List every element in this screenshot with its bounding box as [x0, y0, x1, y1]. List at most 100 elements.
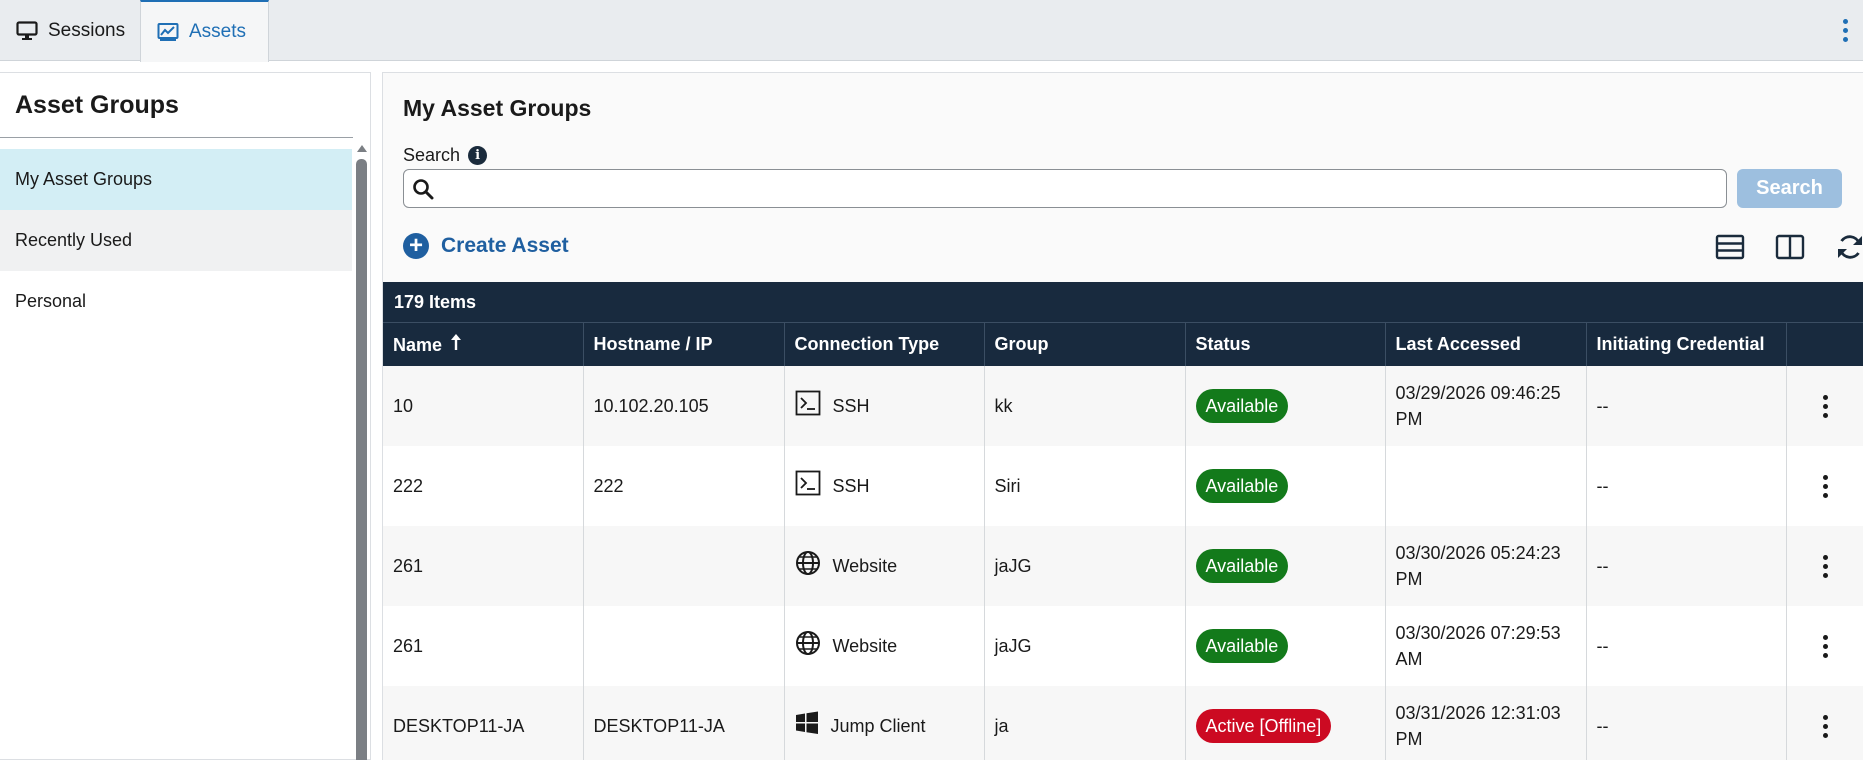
- scrollbar[interactable]: [356, 145, 367, 760]
- cell-initiating-credential: --: [1586, 366, 1787, 446]
- column-header-actions: [1786, 323, 1863, 366]
- tab-sessions[interactable]: Sessions: [0, 0, 140, 61]
- cell-hostname: 222: [583, 446, 785, 526]
- cell-hostname: DESKTOP11-JA: [583, 686, 785, 760]
- divider: [0, 137, 353, 138]
- table-row[interactable]: 261 Website jaJG Available 03/30/2026 05:24:…: [383, 526, 1863, 606]
- column-header-name[interactable]: Name: [383, 323, 584, 366]
- cell-hostname: [583, 526, 785, 606]
- connection-type-label: Jump Client: [830, 716, 926, 736]
- plus-circle-icon: +: [403, 233, 429, 259]
- cell-actions: [1786, 606, 1863, 686]
- column-header-initiating-credential[interactable]: Initiating Credential: [1586, 323, 1787, 366]
- tab-bar: Sessions Assets: [0, 0, 1863, 62]
- sort-ascending-icon: [450, 333, 462, 356]
- cell-name: 261: [383, 526, 584, 606]
- cell-last-accessed: 03/31/2026 12:31:03 PM: [1385, 686, 1587, 760]
- search-label: Search: [403, 145, 461, 165]
- cell-last-accessed: 03/30/2026 05:24:23 PM: [1385, 526, 1587, 606]
- chart-icon: [157, 23, 179, 41]
- cell-connection-type: Website: [784, 606, 985, 686]
- search-input[interactable]: [434, 170, 1726, 207]
- cell-group: jaJG: [984, 526, 1186, 606]
- group-item-my-asset-groups[interactable]: My Asset Groups: [0, 149, 352, 210]
- more-options-icon[interactable]: [1833, 14, 1857, 46]
- create-asset-label: Create Asset: [441, 234, 569, 257]
- list-view-icon[interactable]: [1712, 229, 1748, 265]
- items-count: 179 Items: [383, 282, 1863, 323]
- row-actions-icon[interactable]: [1815, 474, 1835, 498]
- column-header-hostname[interactable]: Hostname / IP: [583, 323, 785, 366]
- main-panel: My Asset Groups Search i Search + Create…: [382, 72, 1863, 760]
- cell-group: Siri: [984, 446, 1186, 526]
- status-badge: Available: [1195, 629, 1289, 663]
- search-label-row: Search i: [403, 145, 488, 166]
- tab-sessions-label: Sessions: [48, 19, 126, 41]
- cell-actions: [1786, 686, 1863, 760]
- cell-initiating-credential: --: [1586, 446, 1787, 526]
- assets-table: 179 Items Name Hostname / IP Connection …: [383, 282, 1863, 760]
- table-row[interactable]: 222 222 SSH Siri Available --: [383, 446, 1863, 526]
- cell-connection-type: SSH: [784, 366, 985, 446]
- cell-connection-type: Website: [784, 526, 985, 606]
- column-header-connection-type[interactable]: Connection Type: [784, 323, 985, 366]
- asset-groups-panel: Asset Groups My Asset Groups Recently Us…: [0, 72, 371, 760]
- cell-connection-type: SSH: [784, 446, 985, 526]
- create-asset-button[interactable]: + Create Asset: [403, 233, 569, 259]
- cell-initiating-credential: --: [1586, 606, 1787, 686]
- cell-status: Available: [1185, 606, 1386, 686]
- cell-last-accessed: [1385, 446, 1587, 526]
- tab-assets[interactable]: Assets: [140, 0, 269, 62]
- cell-initiating-credential: --: [1586, 526, 1787, 606]
- column-header-last-accessed[interactable]: Last Accessed: [1385, 323, 1587, 366]
- row-actions-icon[interactable]: [1815, 554, 1835, 578]
- table-row[interactable]: DESKTOP11-JA DESKTOP11-JA Jump Client ja Act…: [383, 686, 1863, 760]
- status-badge: Available: [1195, 549, 1289, 583]
- column-header-group[interactable]: Group: [984, 323, 1186, 366]
- terminal-icon: [795, 470, 821, 503]
- group-item-personal[interactable]: Personal: [0, 271, 352, 332]
- row-actions-icon[interactable]: [1815, 394, 1835, 418]
- table-row[interactable]: 261 Website jaJG Available 03/30/2026 07:29:…: [383, 606, 1863, 686]
- cell-group: ja: [984, 686, 1186, 760]
- cell-hostname: 10.102.20.105: [583, 366, 785, 446]
- status-badge: Active [Offline]: [1195, 709, 1332, 743]
- info-icon[interactable]: i: [468, 146, 488, 165]
- status-badge: Available: [1195, 389, 1289, 423]
- row-actions-icon[interactable]: [1815, 634, 1835, 658]
- cell-last-accessed: 03/29/2026 09:46:25 PM: [1385, 366, 1587, 446]
- cell-name: 10: [383, 366, 584, 446]
- cell-actions: [1786, 366, 1863, 446]
- cell-status: Available: [1185, 446, 1386, 526]
- table-row[interactable]: 10 10.102.20.105 SSH kk Available 03/29/2026 …: [383, 366, 1863, 446]
- cell-group: kk: [984, 366, 1186, 446]
- cell-actions: [1786, 526, 1863, 606]
- globe-icon: [795, 630, 821, 663]
- group-item-recently-used[interactable]: Recently Used: [0, 210, 352, 271]
- split-view-icon[interactable]: [1772, 229, 1808, 265]
- search-field[interactable]: [403, 169, 1727, 208]
- cell-last-accessed: 03/30/2026 07:29:53 AM: [1385, 606, 1587, 686]
- windows-icon: [795, 711, 819, 742]
- panel-title: Asset Groups: [15, 91, 179, 119]
- search-button[interactable]: Search: [1737, 169, 1842, 208]
- globe-icon: [795, 550, 821, 583]
- row-actions-icon[interactable]: [1815, 714, 1835, 738]
- page-title: My Asset Groups: [403, 95, 592, 121]
- scrollbar-thumb[interactable]: [356, 159, 367, 760]
- cell-status: Available: [1185, 366, 1386, 446]
- connection-type-label: SSH: [832, 396, 870, 416]
- connection-type-label: Website: [832, 636, 898, 656]
- column-header-status[interactable]: Status: [1185, 323, 1386, 366]
- cell-name: DESKTOP11-JA: [383, 686, 584, 760]
- cell-group: jaJG: [984, 606, 1186, 686]
- connection-type-label: Website: [832, 556, 898, 576]
- cell-status: Active [Offline]: [1185, 686, 1386, 760]
- cell-actions: [1786, 446, 1863, 526]
- table-header-row: Name Hostname / IP Connection Type Group…: [383, 323, 1863, 366]
- cell-status: Available: [1185, 526, 1386, 606]
- cell-initiating-credential: --: [1586, 686, 1787, 760]
- scroll-up-arrow-icon[interactable]: [357, 145, 367, 152]
- refresh-icon[interactable]: [1832, 229, 1863, 265]
- status-badge: Available: [1195, 469, 1289, 503]
